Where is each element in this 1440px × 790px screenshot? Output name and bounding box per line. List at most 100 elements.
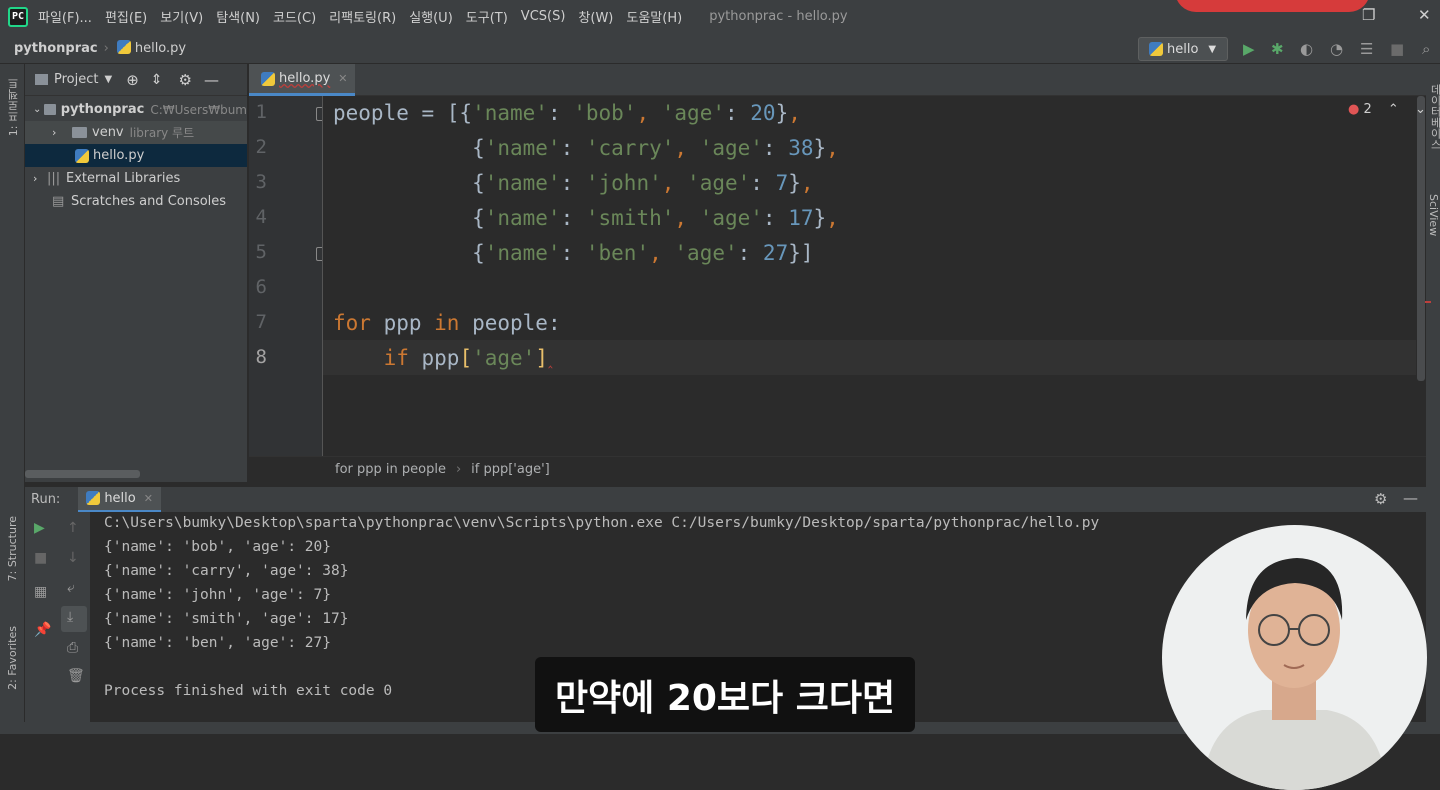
structure-tool-tab[interactable]: 7: Structure bbox=[6, 516, 19, 581]
python-file-icon bbox=[261, 71, 275, 86]
code-line: {'name': 'carry', 'age': 38}, bbox=[333, 136, 839, 160]
chevron-right-icon[interactable]: › bbox=[33, 172, 47, 185]
horizontal-scrollbar[interactable] bbox=[25, 470, 140, 478]
locate-file-icon[interactable]: ⊕ bbox=[126, 71, 139, 89]
project-panel: Project ▼ ⊕ ⇕ ⚙ — ⌄ pythonprac C:₩Users₩… bbox=[25, 64, 248, 482]
run-config-select[interactable]: hello ▼ bbox=[1138, 37, 1228, 61]
menu-code[interactable]: 코드(C) bbox=[273, 7, 316, 26]
close-tab-icon[interactable]: ✕ bbox=[144, 492, 153, 505]
console-line: {'name': 'smith', 'age': 17} bbox=[104, 611, 349, 627]
pycharm-logo-icon: PC bbox=[8, 6, 28, 27]
tree-item-scratches[interactable]: ▤ Scratches and Consoles bbox=[25, 190, 247, 213]
menu-refactor[interactable]: 리팩토링(R) bbox=[329, 7, 396, 26]
breadcrumb-file[interactable]: hello.py bbox=[109, 40, 186, 56]
folder-icon bbox=[72, 127, 87, 138]
hide-panel-icon[interactable]: — bbox=[204, 71, 219, 89]
search-everywhere-icon[interactable]: ⌕ bbox=[1422, 40, 1430, 58]
soft-wrap-icon[interactable]: ⤶ bbox=[67, 580, 75, 596]
python-file-icon bbox=[116, 40, 131, 54]
project-view-icon bbox=[35, 74, 48, 85]
print-icon[interactable]: ⎙ bbox=[67, 640, 78, 656]
project-view-select[interactable]: Project bbox=[54, 72, 98, 87]
menu-navigate[interactable]: 탐색(N) bbox=[216, 7, 260, 26]
project-panel-header: Project ▼ ⊕ ⇕ ⚙ — bbox=[25, 64, 247, 96]
down-arrow-icon[interactable]: ↓ bbox=[67, 550, 79, 566]
line-number: 3 bbox=[255, 171, 267, 193]
menu-run[interactable]: 실행(U) bbox=[409, 7, 453, 26]
tree-item-venv[interactable]: › venv library 루트 bbox=[25, 121, 247, 144]
build-icon[interactable]: ☰ bbox=[1360, 40, 1373, 58]
menu-tools[interactable]: 도구(T) bbox=[466, 7, 508, 26]
line-number: 5 bbox=[255, 241, 267, 263]
libraries-icon: ||| bbox=[47, 171, 61, 186]
collapse-all-icon[interactable]: ⇕ bbox=[151, 72, 163, 88]
up-arrow-icon[interactable]: ↑ bbox=[67, 520, 79, 536]
chevron-down-icon[interactable]: ⌄ bbox=[33, 104, 44, 115]
hide-panel-icon[interactable]: — bbox=[1403, 489, 1418, 507]
code-line: for ppp in people: bbox=[333, 311, 561, 335]
line-number: 6 bbox=[255, 276, 267, 298]
layout-icon[interactable]: ▦ bbox=[34, 584, 47, 600]
chevron-right-icon[interactable]: › bbox=[52, 126, 72, 139]
debug-icon[interactable]: ✱ bbox=[1271, 40, 1284, 58]
favorites-tool-tab[interactable]: 2: Favorites bbox=[6, 626, 19, 690]
tab-hello-py[interactable]: hello.py ✕ bbox=[249, 64, 355, 96]
right-tool-strip: 데이터베이스 SciView bbox=[1426, 64, 1440, 734]
gear-icon[interactable]: ⚙ bbox=[179, 71, 192, 89]
error-icon: ● bbox=[1348, 102, 1360, 117]
tree-item-pythonprac[interactable]: ⌄ pythonprac C:₩Users₩bum bbox=[25, 98, 247, 121]
tree-item-hello-py[interactable]: hello.py bbox=[25, 144, 247, 167]
menu-view[interactable]: 보기(V) bbox=[160, 7, 203, 26]
breadcrumb-if[interactable]: if ppp['age'] bbox=[471, 462, 550, 477]
console-line: {'name': 'ben', 'age': 27} bbox=[104, 635, 331, 651]
rerun-icon[interactable]: ▶ bbox=[34, 520, 45, 536]
console-line: C:\Users\bumky\Desktop\sparta\pythonprac… bbox=[104, 515, 1100, 531]
console-line: Process finished with exit code 0 bbox=[104, 683, 393, 699]
console-line: {'name': 'carry', 'age': 38} bbox=[104, 563, 349, 579]
error-indicator[interactable]: ● 2 ⌃ ⌄ bbox=[1348, 102, 1426, 117]
profile-icon[interactable]: ◔ bbox=[1330, 40, 1343, 58]
tree-item-external-libraries[interactable]: › ||| External Libraries bbox=[25, 167, 247, 190]
menu-help[interactable]: 도움말(H) bbox=[626, 7, 682, 26]
chevron-down-icon[interactable]: ▼ bbox=[104, 74, 112, 85]
code-line: {'name': 'ben', 'age': 27}] bbox=[333, 241, 814, 265]
chevron-down-icon[interactable]: ⌄ bbox=[1415, 102, 1426, 117]
close-window-icon[interactable]: ✕ bbox=[1418, 6, 1431, 24]
line-number: 7 bbox=[255, 311, 267, 333]
trash-icon[interactable]: 🗑 bbox=[67, 668, 85, 684]
menu-vcs[interactable]: VCS(S) bbox=[521, 9, 566, 24]
code-line: people = [{'name': 'bob', 'age': 20}, bbox=[333, 101, 801, 125]
breadcrumb-project[interactable]: pythonprac bbox=[0, 41, 98, 56]
close-tab-icon[interactable]: ✕ bbox=[338, 72, 347, 85]
line-number: 1 bbox=[255, 101, 267, 123]
editor-tab-bar: hello.py ✕ bbox=[249, 64, 1426, 96]
editor-gutter: 1 2 3 4 5 6 7 8 bbox=[249, 96, 328, 456]
restore-window-icon[interactable]: ❐ bbox=[1362, 6, 1375, 24]
sciview-tool-tab[interactable]: SciView bbox=[1427, 194, 1440, 236]
stop-icon[interactable]: ■ bbox=[1390, 40, 1404, 58]
folder-icon bbox=[43, 104, 56, 115]
coverage-icon[interactable]: ◐ bbox=[1300, 40, 1313, 58]
run-label: Run: bbox=[31, 492, 61, 507]
menu-window[interactable]: 창(W) bbox=[578, 7, 613, 26]
editor-scrollbar[interactable] bbox=[1417, 96, 1425, 381]
scroll-to-end-icon[interactable]: ⤓ bbox=[61, 606, 87, 632]
run-icon[interactable]: ▶ bbox=[1243, 40, 1255, 58]
pin-icon[interactable]: 📌 bbox=[34, 622, 51, 638]
run-tab-hello[interactable]: hello ✕ bbox=[78, 486, 161, 513]
presenter-image bbox=[1202, 558, 1387, 790]
gear-icon[interactable]: ⚙ bbox=[1374, 490, 1387, 508]
code-line: {'name': 'smith', 'age': 17}, bbox=[333, 206, 839, 230]
database-tool-tab[interactable]: 데이터베이스 bbox=[1427, 84, 1440, 150]
code-editor[interactable]: people = [{'name': 'bob', 'age': 20}, {'… bbox=[322, 96, 1431, 456]
run-panel-header: Run: hello ✕ ⚙ — bbox=[25, 486, 1426, 513]
stop-icon[interactable]: ■ bbox=[34, 550, 47, 566]
project-tool-tab[interactable]: 1: 프로젝트 bbox=[6, 78, 22, 136]
menu-file[interactable]: 파일(F)... bbox=[38, 7, 92, 26]
scratches-icon: ▤ bbox=[52, 194, 65, 209]
python-icon bbox=[86, 491, 101, 505]
menu-edit[interactable]: 편집(E) bbox=[105, 7, 147, 26]
python-icon bbox=[1149, 42, 1163, 56]
chevron-up-icon[interactable]: ⌃ bbox=[1388, 102, 1399, 117]
breadcrumb-for-loop[interactable]: for ppp in people bbox=[335, 462, 446, 477]
